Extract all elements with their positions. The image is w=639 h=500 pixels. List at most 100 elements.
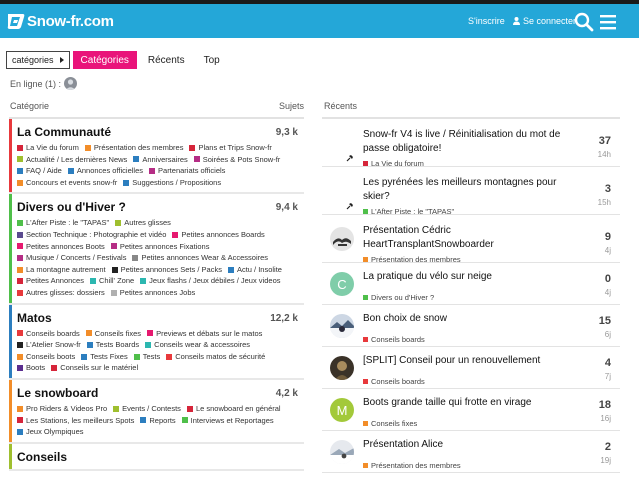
online-user-avatar[interactable] [64,77,78,90]
topic-title[interactable]: Les pyrénées les meilleurs montagnes pou… [363,176,563,204]
subcategory-link[interactable]: Tests Fixes [81,351,128,363]
topic-row[interactable]: [SPLIT] Conseil pour un renouvellement Co… [322,347,620,389]
categories-dropdown[interactable]: catégories [6,51,70,69]
subcategory-link[interactable]: Petites annonces Jobs [110,287,195,299]
topic-age[interactable]: 15h [598,198,611,207]
subcategory-link[interactable]: Annonces officielles [67,165,143,177]
category-title[interactable]: Le snowboard [17,386,298,401]
subcategory-list: La Vie du forum Présentation des membres P… [17,142,298,188]
subcategory-link[interactable]: Section Technique : Photographie et vidé… [17,229,166,241]
subcategory-link[interactable]: Events / Contests [113,403,181,415]
topic-title[interactable]: Snow-fr V4 is live / Réinitialisation du… [363,128,563,156]
topic-author-avatar[interactable] [330,227,354,251]
subcategory-link[interactable]: Les Stations, les meilleurs Spots [17,415,134,427]
topic-title[interactable]: La pratique du vélo sur neige [363,270,563,284]
subcategory-link[interactable]: Previews et débats sur le matos [147,328,262,340]
site-logo[interactable]: Snow-fr.com [6,10,114,32]
subcategory-link[interactable]: Petites annonces Fixations [110,241,209,253]
category-title[interactable]: La Communauté [17,125,298,140]
subcategory-link[interactable]: L'Atelier Snow-fr [17,339,81,351]
subcategory-link[interactable]: Tests [133,351,160,363]
subcategory-link[interactable]: Actualité / Les dernières News [17,154,127,166]
topic-category[interactable]: Conseils fixes [363,419,417,428]
topic-row[interactable]: Présentation Cédric HeartTransplantSnowb… [322,215,620,264]
subcategory-color-square [123,179,130,186]
subcategory-link[interactable]: Petites annonces Wear & Accessoires [132,252,268,264]
subcategory-link[interactable]: La montagne autrement [17,264,106,276]
topic-row[interactable]: M Boots grande taille qui frotte en virag… [322,389,620,431]
topic-category[interactable]: Présentation des membres [363,461,461,470]
topic-row[interactable]: Les pyrénées les meilleurs montagnes pou… [322,167,620,216]
subcategory-link[interactable]: Soirées & Pots Snow-fr [193,154,280,166]
topic-author-avatar[interactable] [330,314,354,338]
topic-author-avatar[interactable]: M [330,398,354,422]
subcategory-link[interactable]: Présentation des membres [84,142,184,154]
category-title[interactable]: Divers ou d'Hiver ? [17,200,298,215]
subcategory-link[interactable]: Concours et events snow-fr [17,177,117,189]
subcategory-link[interactable]: Tests Boards [86,339,139,351]
subcategory-link[interactable]: La Vie du forum [17,142,79,154]
topic-age[interactable]: 16j [600,414,611,423]
topic-category[interactable]: Conseils boards [363,377,425,386]
nav-tab-top[interactable]: Top [196,51,228,69]
topic-title[interactable]: Présentation Cédric HeartTransplantSnowb… [363,224,563,252]
subcategory-link[interactable]: Autres glisses: dossiers [17,287,105,299]
topic-age[interactable]: 7j [605,372,611,381]
topic-title[interactable]: Bon choix de snow [363,312,563,326]
category-title[interactable]: Conseils [17,450,298,465]
subcategory-link[interactable]: L'After Piste : le "TAPAS" [17,217,109,229]
subcategory-link[interactable]: Autres glisses [115,217,171,229]
category-title[interactable]: Matos [17,311,298,326]
subcategory-link[interactable]: Conseils boots [17,351,75,363]
signup-link[interactable]: S'inscrire [468,16,505,26]
subcategory-link[interactable]: Jeux Olympiques [17,426,84,438]
topic-age[interactable]: 4j [605,246,611,255]
subcategory-link[interactable]: Plans et Trips Snow-fr [189,142,272,154]
topic-category[interactable]: Divers ou d'Hiver ? [363,293,434,302]
nav-tab-recent[interactable]: Récents [140,51,193,69]
subcategory-link[interactable]: Anniversaires [133,154,188,166]
subcategory-link[interactable]: Suggestions / Propositions [123,177,221,189]
hamburger-menu-icon[interactable] [600,14,616,30]
topic-age[interactable]: 14h [598,150,611,159]
subcategory-link[interactable]: Conseils boards [17,328,80,340]
subcategory-link[interactable]: Interviews et Reportages [181,415,274,427]
topic-title[interactable]: Boots grande taille qui frotte en virage [363,396,563,410]
subcategory-link[interactable]: Conseils matos de sécurité [166,351,265,363]
subcategory-link[interactable]: Chill' Zone [89,275,134,287]
topic-row[interactable]: Snow-fr V4 is live / Réinitialisation du… [322,119,620,168]
topic-age[interactable]: 6j [605,330,611,339]
search-icon[interactable] [574,12,594,32]
topic-row[interactable]: Présentation Alice Présentation des membr… [322,431,620,473]
topic-title[interactable]: [SPLIT] Conseil pour un renouvellement [363,354,563,368]
nav-tab-categories[interactable]: Catégories [72,51,137,69]
subcategory-link[interactable]: Reports [140,415,176,427]
subcategory-link[interactable]: Le snowboard en général [186,403,281,415]
topic-author-avatar[interactable] [330,356,354,380]
subcategory-link[interactable]: Petites annonces Boots [17,241,105,253]
topic-category[interactable]: Conseils boards [363,335,425,344]
topic-author-avatar[interactable] [330,440,354,464]
subcategory-link[interactable]: Petites annonces Sets / Packs [111,264,222,276]
subcategory-link[interactable]: Partenariats officiels [149,165,225,177]
login-link[interactable]: Se connecter [513,16,576,26]
subcategory-link[interactable]: Petites annonces Boards [172,229,265,241]
subcategory-label: Présentation des membres [93,143,184,152]
subcategory-link[interactable]: Conseils wear & accessoires [145,339,250,351]
subcategory-link[interactable]: Jeux flashs / Jeux débiles / Jeux videos [140,275,281,287]
topic-title[interactable]: Présentation Alice [363,438,563,452]
subcategory-link[interactable]: Conseils sur le matériel [51,362,138,374]
subcategory-link[interactable]: Pro Riders & Videos Pro [17,403,107,415]
subcategory-link[interactable]: Musique / Concerts / Festivals [17,252,126,264]
subcategory-link[interactable]: Petites Annonces [17,275,84,287]
subcategory-link[interactable]: Actu / Insolite [227,264,282,276]
topic-reply-count: 15 [598,315,611,327]
topic-age[interactable]: 19j [600,456,611,465]
subcategory-link[interactable]: FAQ / Aide [17,165,62,177]
topic-age[interactable]: 4j [605,288,611,297]
subcategory-link[interactable]: Conseils fixes [85,328,141,340]
topic-author-avatar[interactable]: C [330,272,354,296]
topic-row[interactable]: C La pratique du vélo sur neige Divers ou … [322,263,620,305]
topic-row[interactable]: Bon choix de snow Conseils boards 15 6j [322,305,620,347]
subcategory-link[interactable]: Boots [17,362,45,374]
